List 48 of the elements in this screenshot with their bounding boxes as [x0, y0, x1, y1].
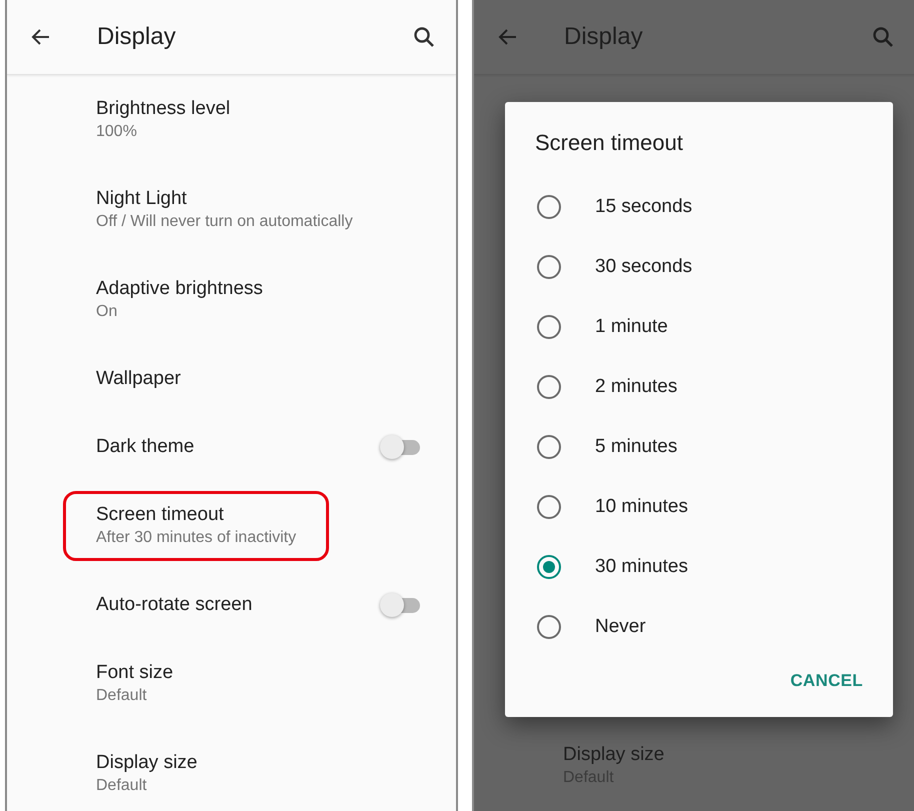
item-summary: Off / Will never turn on automatically	[96, 212, 353, 232]
settings-item[interactable]: Display size Default	[7, 729, 456, 811]
item-summary: On	[96, 302, 118, 322]
item-title: Wallpaper	[96, 367, 181, 391]
settings-item[interactable]: Auto-rotate screen	[7, 571, 456, 639]
settings-item[interactable]: Adaptive brightness On	[7, 255, 456, 345]
option-label[interactable]: 15 seconds	[595, 192, 692, 222]
radio-button[interactable]	[537, 195, 561, 219]
item-title: Night Light	[96, 187, 188, 211]
item-title: Auto-rotate screen	[96, 593, 252, 617]
item-title: Brightness level	[96, 97, 230, 121]
screen-title: Display	[564, 22, 644, 52]
toggle-switch[interactable]	[380, 435, 422, 459]
settings-item[interactable]: Font size Default	[7, 639, 456, 729]
toggle-switch[interactable]	[380, 593, 422, 617]
option-label[interactable]: 5 minutes	[595, 432, 678, 462]
option-label[interactable]: 30 seconds	[595, 252, 692, 282]
settings-item[interactable]: Night Light Off / Will never turn on automatically	[7, 165, 456, 255]
option-label[interactable]: 10 minutes	[595, 492, 688, 522]
item-title: Dark theme	[96, 435, 194, 459]
item-summary: After 30 minutes of inactivity	[96, 528, 296, 548]
item-summary: Default	[96, 686, 148, 706]
radio-button[interactable]	[537, 315, 561, 339]
radio-button[interactable]	[537, 495, 561, 519]
search-icon[interactable]	[412, 24, 436, 50]
radio-button[interactable]	[537, 255, 561, 279]
radio-button[interactable]	[537, 375, 561, 399]
option-label[interactable]: 2 minutes	[595, 372, 678, 402]
item-title: Font size	[96, 661, 174, 685]
item-summary: 100%	[96, 122, 138, 142]
option-label[interactable]: Never	[595, 612, 646, 642]
radio-button[interactable]	[537, 615, 561, 639]
item-title: Display size	[96, 751, 198, 775]
item-title: Display size	[563, 743, 664, 767]
settings-item[interactable]: Screen timeout After 30 minutes of inactivity	[7, 481, 456, 571]
dialog-title: Screen timeout	[534, 129, 684, 157]
cancel-button[interactable]: CANCEL	[786, 664, 867, 697]
radio-button[interactable]	[537, 435, 561, 459]
settings-item[interactable]: Brightness level 100%	[7, 75, 456, 165]
item-title: Adaptive brightness	[96, 277, 263, 301]
screen-title: Display	[97, 22, 177, 52]
option-label[interactable]: 30 minutes	[595, 552, 688, 582]
item-summary: Default	[96, 776, 148, 796]
item-title: Screen timeout	[96, 503, 225, 527]
settings-item[interactable]: Dark theme	[7, 413, 456, 481]
settings-item[interactable]: Wallpaper	[7, 345, 456, 413]
option-label[interactable]: 1 minute	[595, 312, 668, 342]
radio-button[interactable]	[537, 555, 561, 579]
